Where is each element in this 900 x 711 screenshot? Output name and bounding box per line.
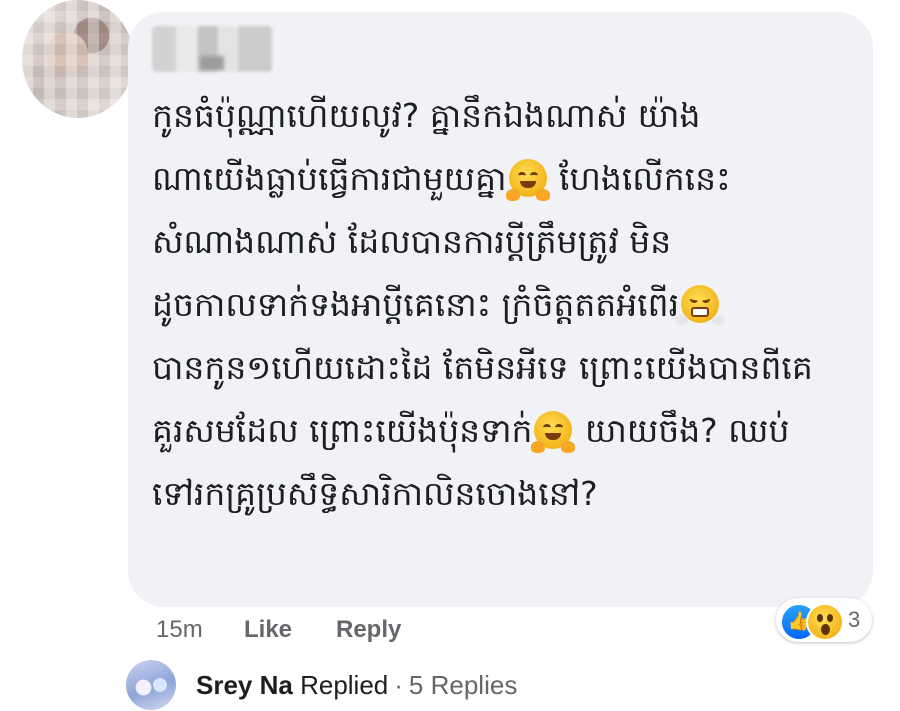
comment-line: កូនធំប៉ុណ្ណាហើយលូវ? គ្នានឹកឯងណាស់ យ៉ាង	[152, 96, 701, 135]
replies-count: 5 Replies	[408, 670, 518, 700]
reaction-summary[interactable]: 👍 3	[776, 598, 872, 642]
face-with-steam-icon	[675, 285, 726, 325]
like-button[interactable]: Like	[244, 616, 292, 644]
view-replies-link[interactable]: Srey Na Replied · 5 Replies	[196, 670, 517, 701]
wow-icon	[806, 603, 844, 641]
comment-line: សំណាងណាស់ ដែលបានការប្ដីត្រឹមត្រូវ មិន	[152, 222, 672, 261]
commenter-avatar[interactable]	[22, 0, 134, 118]
commenter-name-blurred[interactable]	[152, 26, 272, 72]
hugging-face-icon	[505, 159, 550, 201]
reply-button[interactable]: Reply	[336, 616, 401, 644]
replied-label: Replied	[300, 670, 389, 700]
comment-body: កូនធំប៉ុណ្ណាហើយលូវ? គ្នានឹកឯងណាស់ យ៉ាង ណ…	[152, 84, 852, 525]
comment-line: ណាយើងធ្លាប់ធ្វើការជាមួយគ្នា ហែងលើកនេះ	[152, 159, 731, 201]
comment-line: បានកូន១ហើយដោះដៃ តែមិនអីទេ ព្រោះយើងបានពីគ…	[152, 348, 813, 387]
comment-timestamp[interactable]: 15m	[156, 616, 203, 644]
reaction-count: 3	[848, 607, 861, 632]
comment-line: គួរសមដែល ព្រោះយើងប៉ុនទាក់ យាយចឹង? ឈប់	[152, 411, 790, 453]
reply-author-name: Srey Na	[196, 670, 293, 700]
reply-author-avatar[interactable]	[126, 660, 176, 710]
comment-line: ទៅរកគ្រូប្រសឹទ្ធិសារិកាលិនចោងនៅ?	[152, 474, 598, 513]
separator-dot: ·	[394, 670, 403, 700]
hugging-face-icon	[531, 411, 576, 453]
comment-line: ដូចកាលទាក់ទងអាប្ដីគេនោះ ក្រំចិត្តតតអំពើរ	[152, 273, 852, 336]
